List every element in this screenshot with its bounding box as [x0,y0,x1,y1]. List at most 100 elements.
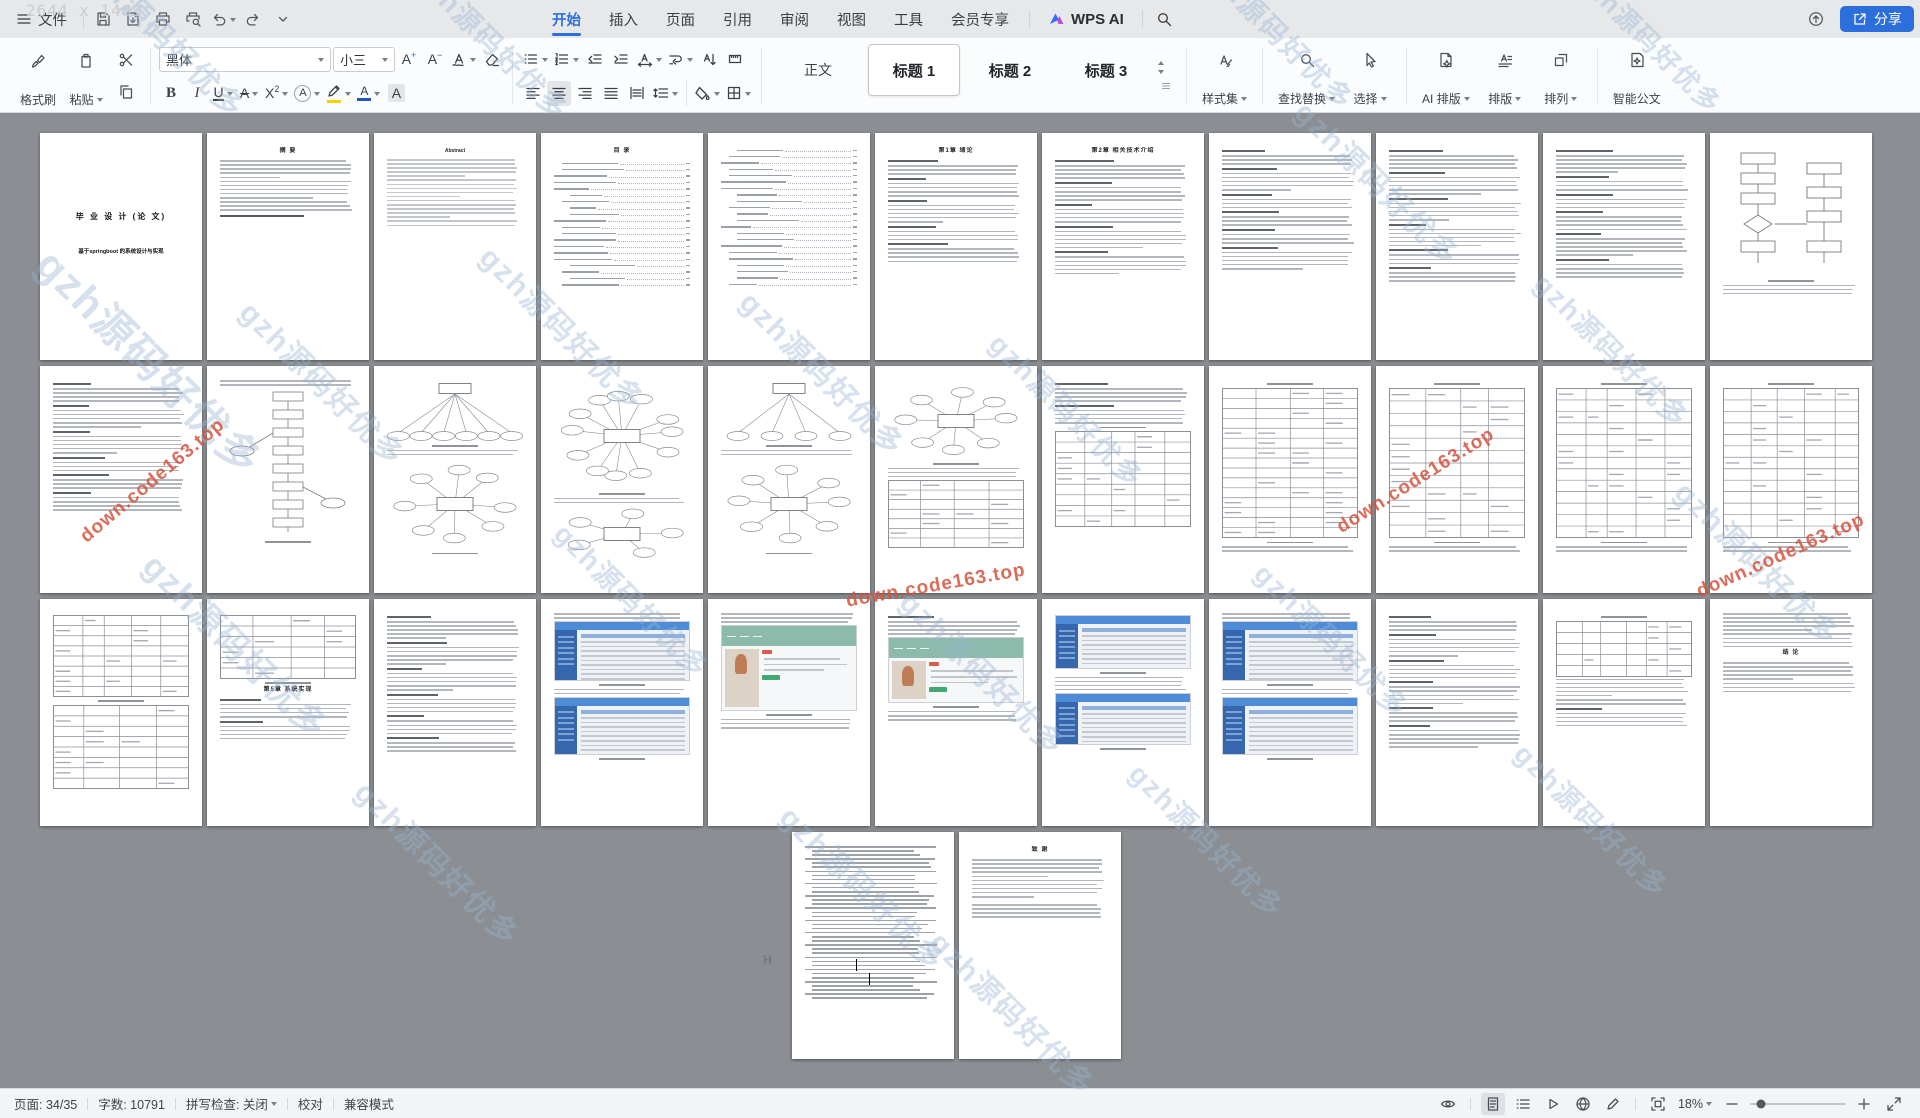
paste-button[interactable]: 粘贴 [62,42,110,110]
status-proofread-button[interactable]: 校对 [298,1094,323,1113]
sort-button[interactable] [697,47,721,72]
character-scale-button[interactable] [635,47,664,72]
bullet-list-button[interactable] [521,47,550,72]
page-thumbnail-34[interactable] [792,832,954,1059]
tab-工具[interactable]: 工具 [880,0,937,38]
page-view-button[interactable] [1481,1093,1505,1115]
align-left-button[interactable] [521,81,545,106]
justify-button[interactable] [599,81,623,106]
cloud-sync-button[interactable] [1802,5,1830,33]
styles-gallery-scroll[interactable] [1154,42,1178,110]
page-thumbnail-21[interactable] [1543,366,1705,593]
find-replace-button[interactable]: 查找替换 [1271,42,1342,110]
outline-view-button[interactable] [1511,1093,1535,1115]
tab-审阅[interactable]: 审阅 [766,0,823,38]
page-thumbnail-29[interactable] [1042,599,1204,826]
strikethrough-button[interactable]: A [237,81,261,106]
page-thumbnail-6[interactable]: 第1章 绪论 [875,133,1037,360]
borders-button[interactable] [724,81,753,106]
increase-indent-button[interactable] [609,47,633,72]
status-word-count[interactable]: 字数: 10791 [98,1094,165,1113]
bold-button[interactable]: B [159,81,183,106]
print-button[interactable] [150,6,176,32]
distribute-button[interactable] [625,81,649,106]
object-drag-handle[interactable]: H [763,953,784,967]
page-thumbnail-4[interactable]: 目 录 [541,133,703,360]
document-area[interactable]: 毕 业 设 计 (论 文)基于springboot 的系统设计与实现摘 要Abs… [0,113,1920,1088]
arrange-button[interactable]: 排列 [1533,42,1589,110]
tab-开始[interactable]: 开始 [538,0,595,38]
style-item-正文[interactable]: 正文 [772,44,864,96]
wps-ai-button[interactable]: WPS AI [1036,11,1136,28]
zoom-slider-thumb[interactable] [1756,1099,1765,1108]
copy-button[interactable] [114,80,138,104]
page-thumbnail-5[interactable] [708,133,870,360]
page-thumbnail-9[interactable] [1376,133,1538,360]
font-size-select[interactable]: 小三 [333,47,395,72]
character-border-button[interactable]: A [292,81,322,106]
page-thumbnail-32[interactable] [1543,599,1705,826]
line-spacing-button[interactable] [651,81,680,106]
tab-引用[interactable]: 引用 [709,0,766,38]
highlight-color-button[interactable] [324,81,353,106]
customize-toolbar-button[interactable] [270,6,296,32]
tab-页面[interactable]: 页面 [652,0,709,38]
tab-视图[interactable]: 视图 [823,0,880,38]
zoom-level-select[interactable]: 18% [1678,1097,1712,1111]
ink-edit-button[interactable] [1601,1093,1625,1115]
zoom-in-button[interactable] [1852,1093,1876,1115]
numbered-list-button[interactable] [552,47,581,72]
page-thumbnail-35[interactable]: 致 谢 [959,832,1121,1059]
page-thumbnail-10[interactable] [1543,133,1705,360]
page-thumbnail-14[interactable] [374,366,536,593]
page-thumbnail-16[interactable] [708,366,870,593]
page-thumbnail-17[interactable] [875,366,1037,593]
page-thumbnail-25[interactable] [374,599,536,826]
style-set-button[interactable]: 样式集 [1195,42,1254,110]
select-button[interactable]: 选择 [1342,42,1398,110]
page-thumbnail-8[interactable] [1209,133,1371,360]
decrease-indent-button[interactable] [583,47,607,72]
page-thumbnail-13[interactable] [207,366,369,593]
status-spellcheck[interactable]: 拼写检查: 关闭 [186,1094,277,1113]
font-color-button[interactable]: A [355,81,382,106]
increase-font-button[interactable]: A+ [397,47,421,72]
decrease-font-button[interactable]: A− [423,47,447,72]
fullscreen-button[interactable] [1646,1093,1670,1115]
underline-button[interactable]: U [211,81,235,106]
undo-button[interactable] [210,6,236,32]
format-painter-button[interactable]: 格式刷 [14,42,62,110]
page-thumbnail-22[interactable] [1710,366,1872,593]
page-thumbnail-28[interactable] [875,599,1037,826]
typeset-button[interactable]: 排版 [1477,42,1533,110]
page-thumbnail-24[interactable]: 第5章 系统实现 [207,599,369,826]
redo-button[interactable] [240,6,266,32]
page-thumbnail-33[interactable]: 结 论 [1710,599,1872,826]
tab-会员专享[interactable]: 会员专享 [937,0,1023,38]
style-item-标题 2[interactable]: 标题 2 [964,44,1056,96]
zoom-out-button[interactable] [1720,1093,1744,1115]
page-thumbnail-27[interactable] [708,599,870,826]
page-thumbnail-30[interactable] [1209,599,1371,826]
page-thumbnail-31[interactable] [1376,599,1538,826]
cut-button[interactable] [114,48,138,72]
align-right-button[interactable] [573,81,597,106]
page-thumbnail-26[interactable] [541,599,703,826]
eye-protection-button[interactable] [1436,1093,1460,1115]
share-button[interactable]: 分享 [1840,6,1914,32]
font-name-select[interactable]: 黑体 [159,47,331,72]
read-mode-button[interactable] [1541,1093,1565,1115]
tab-stops-button[interactable] [723,47,747,72]
page-thumbnail-23[interactable] [40,599,202,826]
search-button[interactable] [1149,11,1179,27]
align-center-button[interactable] [547,81,571,106]
text-effects-button[interactable] [449,47,478,72]
style-item-标题 1[interactable]: 标题 1 [868,44,960,96]
page-thumbnail-12[interactable] [40,366,202,593]
page-thumbnail-20[interactable] [1376,366,1538,593]
smart-doc-button[interactable]: 智能公文 [1606,42,1668,110]
page-thumbnail-15[interactable] [541,366,703,593]
page-thumbnail-2[interactable]: 摘 要 [207,133,369,360]
character-shading-button[interactable]: A [384,81,408,106]
clear-format-button[interactable] [480,47,504,72]
